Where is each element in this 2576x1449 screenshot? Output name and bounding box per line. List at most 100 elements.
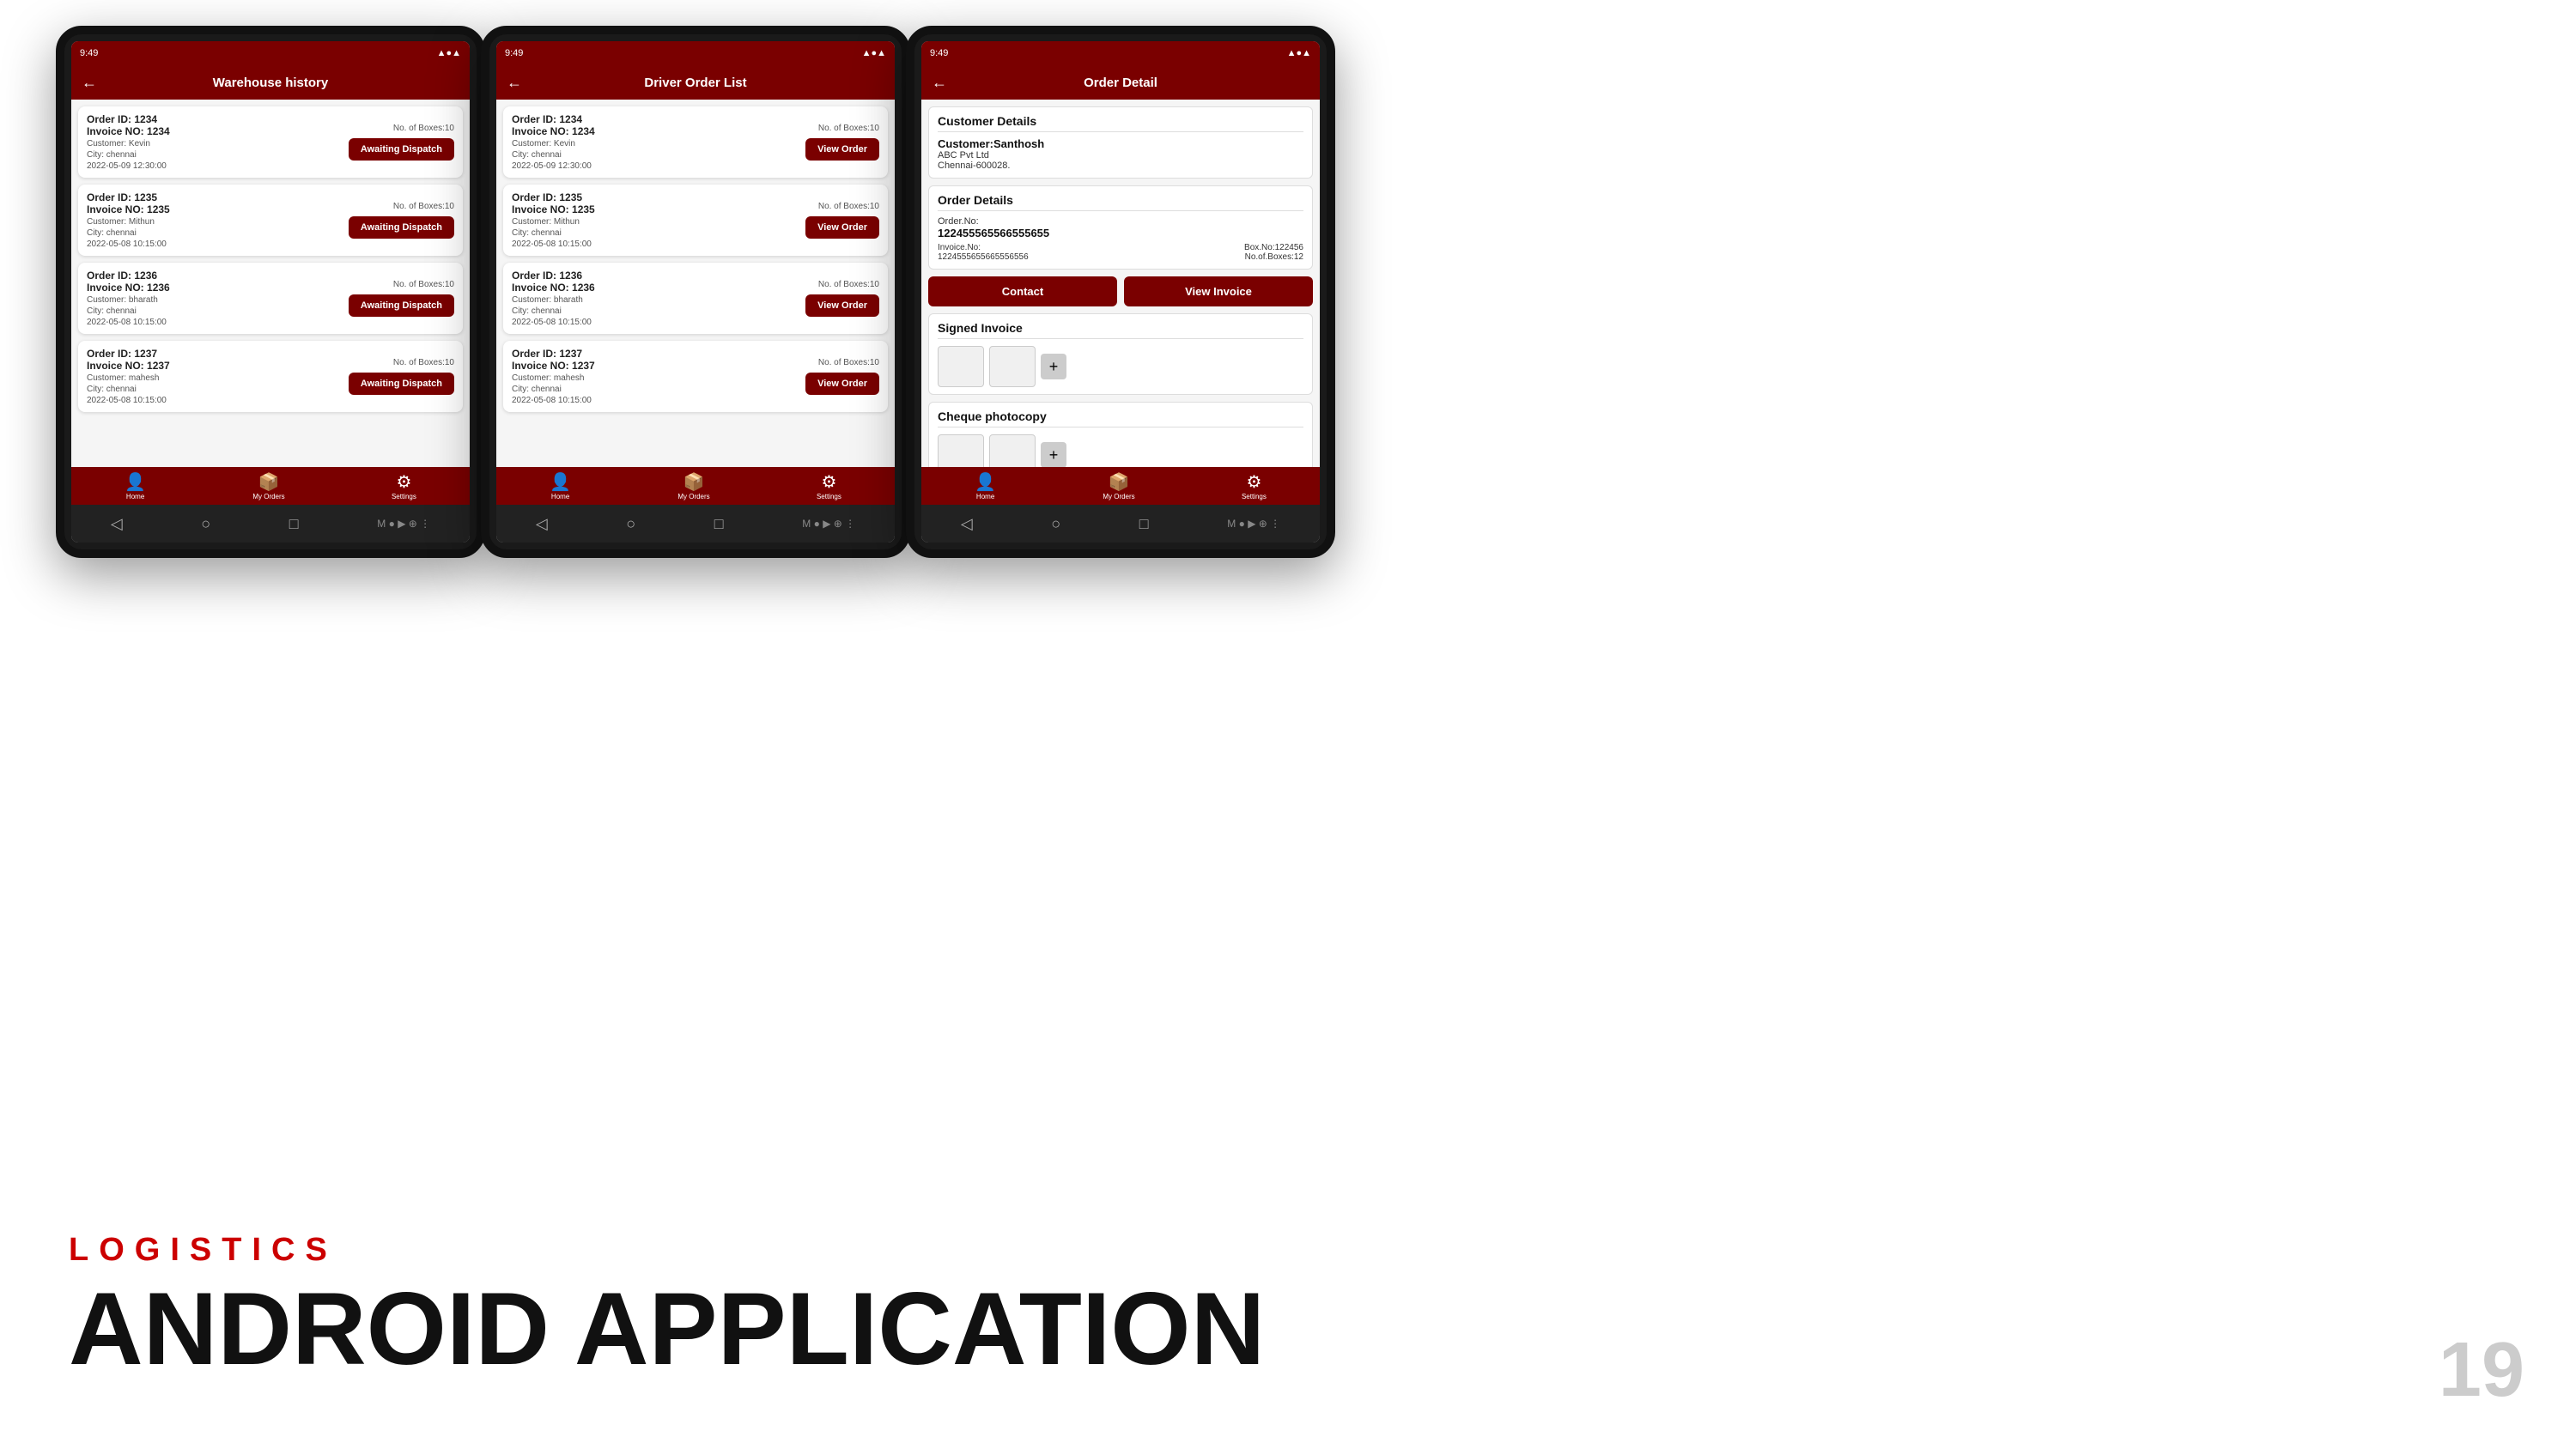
order-card-1-1: Order ID: 1234 Invoice NO: 1234 Customer…: [78, 106, 463, 178]
app-header-3: ← Order Detail: [921, 65, 1320, 100]
contact-button[interactable]: Contact: [928, 276, 1117, 306]
customer-details-title: Customer Details: [938, 114, 1303, 132]
date-1-1: 2022-05-09 12:30:00: [87, 161, 349, 171]
header-title-1: Warehouse history: [213, 76, 328, 90]
date-2-1: 2022-05-09 12:30:00: [512, 161, 805, 171]
signed-thumb-1: [938, 346, 984, 387]
invoice-no-1-3: Invoice NO: 1236: [87, 282, 349, 294]
back-arrow-2[interactable]: ←: [507, 74, 522, 92]
view-order-btn-2-3[interactable]: View Order: [805, 294, 879, 317]
order-right-1-3: No. of Boxes:10 Awaiting Dispatch: [349, 280, 454, 317]
android-back-2[interactable]: ◁: [536, 515, 548, 533]
android-home-2[interactable]: ○: [626, 515, 635, 533]
nav-home-3[interactable]: 👤 Home: [975, 471, 996, 500]
city-1-4: City: chennai: [87, 385, 349, 394]
cheque-add-button[interactable]: +: [1041, 442, 1066, 468]
orders-label-1: My Orders: [252, 493, 284, 500]
home-label-3: Home: [976, 493, 994, 500]
order-right-1-4: No. of Boxes:10 Awaiting Dispatch: [349, 358, 454, 395]
nav-settings-2[interactable]: ⚙ Settings: [817, 471, 841, 500]
dispatch-btn-1-2[interactable]: Awaiting Dispatch: [349, 216, 454, 239]
company-name: ABC Pvt Ltd: [938, 150, 1303, 161]
order-right-1-1: No. of Boxes:10 Awaiting Dispatch: [349, 124, 454, 161]
app-title: ANDROID APPLICATION: [69, 1277, 1265, 1380]
android-home-1[interactable]: ○: [201, 515, 210, 533]
order-list-1: Order ID: 1234 Invoice NO: 1234 Customer…: [71, 100, 470, 481]
status-time-3: 9:49: [930, 48, 948, 58]
home-icon-2: 👤: [550, 471, 571, 493]
nav-orders-1[interactable]: 📦 My Orders: [252, 471, 284, 500]
dispatch-btn-1-4[interactable]: Awaiting Dispatch: [349, 373, 454, 395]
android-recent-2[interactable]: □: [714, 515, 724, 533]
customer-1-2: Customer: Mithun: [87, 217, 349, 227]
status-icons-1: ▲●▲: [437, 48, 461, 58]
android-bar-3: ◁ ○ □ M ● ▶ ⊕ ⋮: [921, 505, 1320, 543]
home-icon-1: 👤: [125, 471, 146, 493]
customer-name: Customer:Santhosh: [938, 137, 1303, 150]
customer-1-3: Customer: bharath: [87, 295, 349, 305]
boxes-2-4: No. of Boxes:10: [805, 358, 879, 367]
date-2-3: 2022-05-08 10:15:00: [512, 318, 805, 327]
order-card-1-2: Order ID: 1235 Invoice NO: 1235 Customer…: [78, 185, 463, 256]
nav-home-1[interactable]: 👤 Home: [125, 471, 146, 500]
signed-add-button[interactable]: +: [1041, 354, 1066, 379]
tablet-3: 9:49 ▲●▲ ← Order Detail Customer Details…: [906, 26, 1335, 558]
status-icons-3: ▲●▲: [1287, 48, 1311, 58]
orders-icon-3: 📦: [1109, 471, 1130, 493]
customer-1-4: Customer: mahesh: [87, 373, 349, 383]
nav-settings-1[interactable]: ⚙ Settings: [392, 471, 416, 500]
date-1-2: 2022-05-08 10:15:00: [87, 239, 349, 249]
back-arrow-1[interactable]: ←: [82, 74, 97, 92]
order-info-2-2: Order ID: 1235 Invoice NO: 1235 Customer…: [512, 191, 805, 249]
date-1-3: 2022-05-08 10:15:00: [87, 318, 349, 327]
order-right-2-1: No. of Boxes:10 View Order: [805, 124, 879, 161]
bottom-nav-2: 👤 Home 📦 My Orders ⚙ Settings: [496, 467, 895, 505]
cheque-title: Cheque photocopy: [938, 409, 1303, 427]
nav-orders-3[interactable]: 📦 My Orders: [1103, 471, 1134, 500]
dispatch-btn-1-3[interactable]: Awaiting Dispatch: [349, 294, 454, 317]
signed-thumb-2: [989, 346, 1036, 387]
tablet-2: 9:49 ▲●▲ ← Driver Order List Order ID: 1…: [481, 26, 910, 558]
box-no-label: Box.No:122456: [1244, 243, 1303, 252]
city-1-1: City: chennai: [87, 150, 349, 160]
order-card-2-1: Order ID: 1234 Invoice NO: 1234 Customer…: [503, 106, 888, 178]
invoice-no-label: Invoice.No:: [938, 243, 1029, 252]
dispatch-btn-1-1[interactable]: Awaiting Dispatch: [349, 138, 454, 161]
order-details-section: Order Details Order.No: 1224555655665556…: [928, 185, 1313, 270]
action-buttons: Contact View Invoice: [928, 276, 1313, 306]
date-2-4: 2022-05-08 10:15:00: [512, 396, 805, 405]
date-2-2: 2022-05-08 10:15:00: [512, 239, 805, 249]
back-arrow-3[interactable]: ←: [932, 74, 947, 92]
customer-2-2: Customer: Mithun: [512, 217, 805, 227]
android-bar-2: ◁ ○ □ M ● ▶ ⊕ ⋮: [496, 505, 895, 543]
invoice-no-2-2: Invoice NO: 1235: [512, 203, 805, 215]
bottom-section: LOGISTICS ANDROID APPLICATION: [69, 1232, 1265, 1380]
android-bar-1: ◁ ○ □ M ● ▶ ⊕ ⋮: [71, 505, 470, 543]
customer-2-1: Customer: Kevin: [512, 139, 805, 149]
invoice-no-1-4: Invoice NO: 1237: [87, 360, 349, 372]
nav-settings-3[interactable]: ⚙ Settings: [1242, 471, 1267, 500]
status-bar-3: 9:49 ▲●▲: [921, 41, 1320, 65]
nav-home-2[interactable]: 👤 Home: [550, 471, 571, 500]
box-detail-right: Box.No:122456 No.of.Boxes:12: [1244, 243, 1303, 262]
status-time-2: 9:49: [505, 48, 523, 58]
invoice-box-row: Invoice.No: 1224555655665556556 Box.No:1…: [938, 243, 1303, 262]
order-info-1-1: Order ID: 1234 Invoice NO: 1234 Customer…: [87, 113, 349, 171]
view-invoice-button[interactable]: View Invoice: [1124, 276, 1313, 306]
android-home-3[interactable]: ○: [1051, 515, 1060, 533]
home-label-2: Home: [551, 493, 569, 500]
invoice-detail-left: Invoice.No: 1224555655665556556: [938, 243, 1029, 262]
settings-icon-1: ⚙: [396, 471, 411, 493]
order-card-2-4: Order ID: 1237 Invoice NO: 1237 Customer…: [503, 341, 888, 412]
view-order-btn-2-4[interactable]: View Order: [805, 373, 879, 395]
android-back-3[interactable]: ◁: [961, 515, 973, 533]
android-recent-1[interactable]: □: [289, 515, 299, 533]
android-back-1[interactable]: ◁: [111, 515, 123, 533]
nav-orders-2[interactable]: 📦 My Orders: [677, 471, 709, 500]
invoice-no-1-2: Invoice NO: 1235: [87, 203, 349, 215]
android-recent-3[interactable]: □: [1139, 515, 1149, 533]
order-right-2-2: No. of Boxes:10 View Order: [805, 202, 879, 239]
view-order-btn-2-2[interactable]: View Order: [805, 216, 879, 239]
order-info-2-3: Order ID: 1236 Invoice NO: 1236 Customer…: [512, 270, 805, 327]
view-order-btn-2-1[interactable]: View Order: [805, 138, 879, 161]
